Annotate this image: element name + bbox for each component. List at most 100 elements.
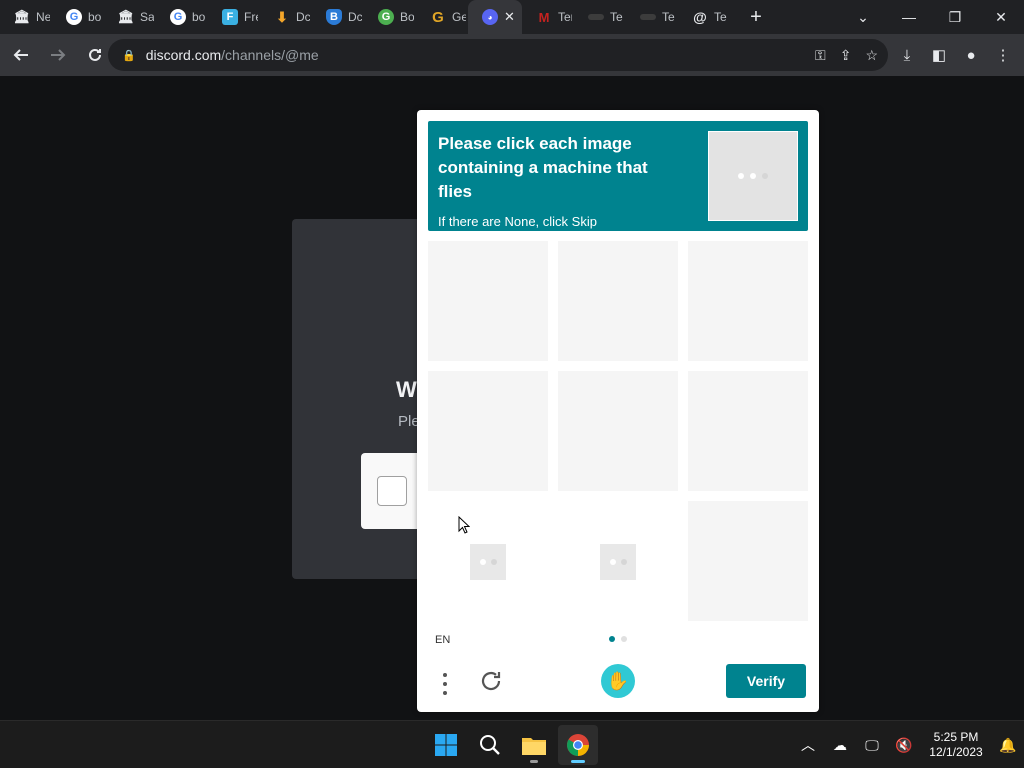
more-menu-icon[interactable]: ⋮	[990, 39, 1016, 71]
browser-tab[interactable]: G Bo	[364, 0, 416, 34]
clock-time: 5:25 PM	[933, 730, 979, 744]
loading-dot	[609, 559, 616, 565]
loading-dot	[479, 559, 486, 565]
tab-title: Dc	[296, 10, 310, 24]
loading-dot	[738, 173, 744, 179]
share-icon[interactable]: ⇪	[840, 47, 852, 64]
image-tile-loading[interactable]	[558, 501, 678, 621]
profile-icon[interactable]: ●	[958, 39, 984, 71]
bank-icon: 🏛	[117, 9, 135, 24]
browser-tab[interactable]: 🏛 Sa	[104, 0, 156, 34]
image-tile[interactable]	[428, 371, 548, 491]
notification-bell-icon[interactable]: 🔔	[992, 729, 1024, 761]
browser-tab[interactable]: G bo	[52, 0, 104, 34]
tab-title: bo	[88, 10, 102, 24]
onedrive-icon[interactable]: ☁	[824, 729, 856, 761]
download-icon[interactable]: ⤓	[894, 39, 920, 71]
hcaptcha-checkbox[interactable]	[377, 476, 407, 506]
loading-dot	[762, 173, 768, 179]
forward-button[interactable]	[42, 39, 74, 71]
bookmark-star-icon[interactable]: ☆	[865, 47, 878, 64]
running-indicator	[571, 760, 585, 763]
windows-logo-icon	[435, 734, 457, 756]
side-panel-icon[interactable]: ◧	[926, 39, 952, 71]
windows-taskbar: ︿ ☁ 🖵 🔇 5:25 PM 12/1/2023 🔔	[0, 720, 1024, 768]
page-indicator	[621, 636, 627, 642]
browser-tab[interactable]: @ Te	[678, 0, 730, 34]
freepik-icon: F	[222, 9, 238, 25]
modal-heading: W	[396, 377, 417, 402]
hcaptcha-logo-icon: ✋	[601, 664, 635, 698]
at-icon: @	[693, 9, 707, 25]
browser-tab[interactable]: ⬇ Dc	[260, 0, 312, 34]
address-bar[interactable]: 🔒 discord.com /channels/@me ⚿ ⇪ ☆	[108, 39, 888, 71]
minimize-icon[interactable]: —	[886, 0, 932, 34]
prompt-subtext: If there are None, click Skip	[438, 214, 597, 229]
browser-tab[interactable]: M Ter	[522, 0, 574, 34]
close-window-icon[interactable]: ✕	[978, 0, 1024, 34]
clock[interactable]: 5:25 PM 12/1/2023	[920, 730, 992, 760]
chrome-icon	[567, 734, 589, 756]
image-tile[interactable]	[428, 241, 548, 361]
network-icon[interactable]: 🖵	[856, 729, 888, 761]
arrow-left-icon	[13, 49, 28, 61]
prompt-text: Please click each image containing a mac…	[438, 134, 648, 201]
browser-tab[interactable]: B Dc	[312, 0, 364, 34]
image-tile[interactable]	[688, 371, 808, 491]
mouse-cursor-icon	[458, 516, 470, 534]
file-explorer-button[interactable]	[514, 725, 554, 765]
google-icon: G	[170, 9, 186, 25]
tab-title: Te	[714, 10, 727, 24]
refresh-challenge-button[interactable]	[477, 668, 505, 696]
clock-date: 12/1/2023	[929, 745, 983, 759]
image-tile[interactable]	[688, 501, 808, 621]
verify-button[interactable]: Verify	[726, 664, 806, 698]
volume-muted-icon[interactable]: 🔇	[888, 729, 920, 761]
system-tray: ︿ ☁ 🖵 🔇 5:25 PM 12/1/2023 🔔	[792, 721, 1024, 768]
menu-dot	[443, 691, 447, 695]
tab-title: Ne	[36, 10, 50, 24]
tab-title: Te	[662, 10, 675, 24]
browser-tab[interactable]: 🏛 Ne	[0, 0, 52, 34]
tile-loader	[470, 544, 506, 580]
close-tab-icon[interactable]: ✕	[504, 9, 515, 25]
language-selector[interactable]: EN	[435, 634, 450, 646]
browser-tab[interactable]: Te	[626, 0, 678, 34]
url-host: discord.com	[145, 47, 222, 63]
new-tab-button[interactable]: +	[740, 0, 772, 34]
g-letter-icon: G	[432, 8, 444, 26]
back-button[interactable]	[5, 39, 37, 71]
hcaptcha-challenge: Please click each image containing a mac…	[417, 110, 819, 712]
tab-search-icon[interactable]: ⌄	[840, 0, 886, 34]
running-indicator	[530, 760, 538, 763]
chrome-button[interactable]	[558, 725, 598, 765]
g-circle-icon: G	[378, 9, 394, 25]
reload-button[interactable]	[79, 39, 111, 71]
search-button[interactable]	[470, 725, 510, 765]
example-image-loading	[708, 131, 798, 221]
image-tile[interactable]	[558, 371, 678, 491]
key-icon[interactable]: ⚿	[815, 47, 826, 64]
url-path: /channels/@me	[221, 47, 319, 63]
image-tile-loading[interactable]	[428, 501, 548, 621]
browser-tab[interactable]: F Fre	[208, 0, 260, 34]
browser-tab[interactable]: Te	[574, 0, 626, 34]
start-button[interactable]	[426, 725, 466, 765]
restore-icon[interactable]: ❐	[932, 0, 978, 34]
menu-button[interactable]	[433, 669, 457, 699]
gmail-icon: M	[538, 9, 550, 25]
omnibox-actions: ⚿ ⇪ ☆	[815, 39, 878, 71]
google-icon: G	[66, 9, 82, 25]
lock-icon[interactable]: 🔒	[122, 49, 136, 62]
tab-title: Ter	[558, 10, 572, 24]
chevron-up-icon[interactable]: ︿	[792, 729, 824, 761]
image-tile[interactable]	[688, 241, 808, 361]
loading-dot	[490, 559, 497, 565]
image-tile[interactable]	[558, 241, 678, 361]
browser-tab[interactable]: G bo	[156, 0, 208, 34]
tile-loader	[600, 544, 636, 580]
browser-tab-active[interactable]: ◕ ✕	[468, 0, 522, 34]
browser-tab[interactable]: G Ge	[416, 0, 468, 34]
blank-icon	[588, 14, 604, 20]
challenge-pager	[609, 636, 627, 642]
